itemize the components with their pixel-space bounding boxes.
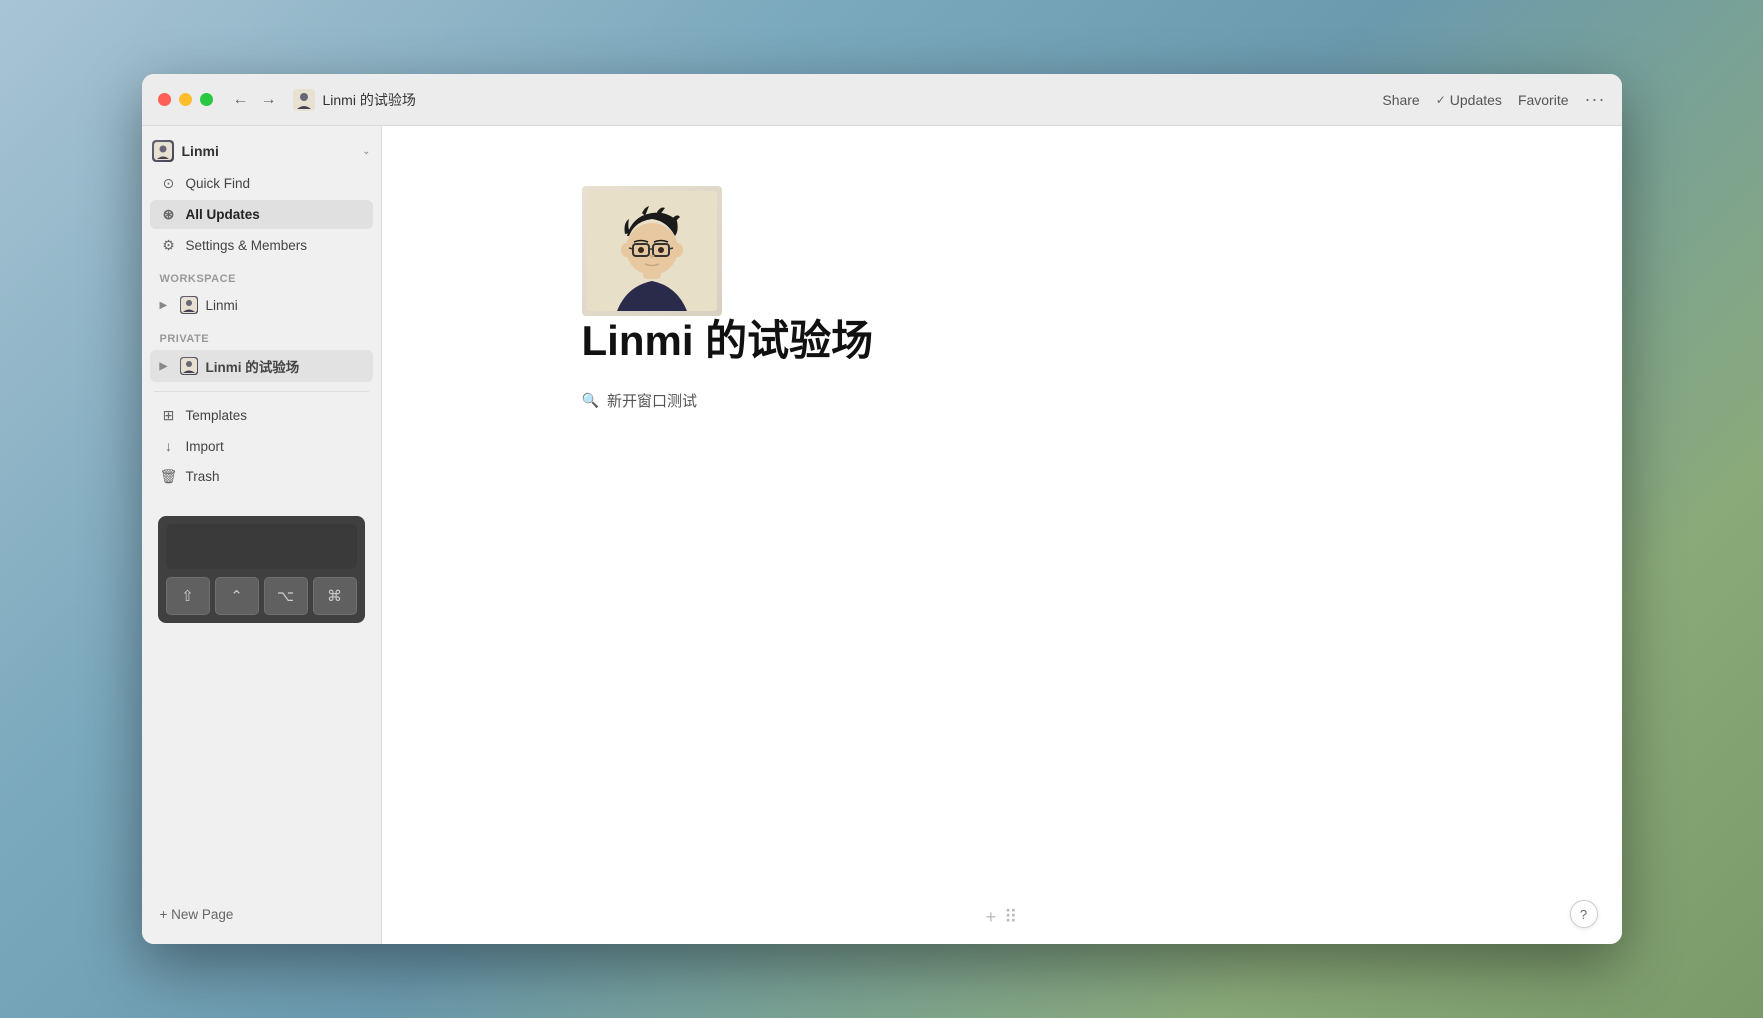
shift-key[interactable]: ⇧ <box>166 577 210 615</box>
sidebar-item-label: Templates <box>186 408 248 423</box>
ctrl-key[interactable]: ⌃ <box>215 577 259 615</box>
add-icon[interactable]: + <box>986 907 997 928</box>
new-page-area: + New Page <box>142 893 381 936</box>
sidebar-item-templates[interactable]: ⊞ Templates <box>150 401 373 430</box>
templates-icon: ⊞ <box>160 407 178 424</box>
updates-button[interactable]: ✓ Updates <box>1436 92 1502 108</box>
back-button[interactable]: ← <box>229 89 253 111</box>
content-bottom-bar: + ⠿ <box>986 907 1018 928</box>
avatar <box>152 140 174 162</box>
sidebar-item-label: Settings & Members <box>186 238 308 253</box>
sidebar-item-label: Linmi <box>206 298 238 313</box>
private-section-label: PRIVATE <box>142 321 381 349</box>
new-page-button[interactable]: + New Page <box>150 901 373 928</box>
page-avatar <box>180 357 198 375</box>
titlebar-title: Linmi 的试验场 <box>323 90 1383 110</box>
key-row: ⇧ ⌃ ⌥ ⌘ <box>166 577 357 615</box>
app-body: Linmi ⌄ ⊙ Quick Find ⊛ All Updates ⚙ Set… <box>142 126 1622 944</box>
check-icon: ✓ <box>1436 93 1446 107</box>
keyboard-widget-area: ⇧ ⌃ ⌥ ⌘ <box>142 508 381 631</box>
sidebar-item-label: Linmi 的试验场 <box>206 356 300 376</box>
titlebar: ← → Linmi 的试验场 Share ✓ Updates Favorite … <box>142 74 1622 126</box>
page-sub-item-label: 新开窗口测试 <box>607 390 697 411</box>
alt-key[interactable]: ⌥ <box>264 577 308 615</box>
sidebar-user[interactable]: Linmi ⌄ <box>142 134 381 168</box>
sidebar-item-label: Quick Find <box>186 176 251 191</box>
sidebar-item-label: Trash <box>186 469 220 484</box>
sidebar-item-settings[interactable]: ⚙ Settings & Members <box>150 231 373 260</box>
sidebar-username: Linmi <box>182 143 355 159</box>
window-controls <box>158 93 213 106</box>
titlebar-actions: Share ✓ Updates Favorite ··· <box>1382 89 1605 110</box>
sidebar-item-import[interactable]: ↓ Import <box>150 432 373 460</box>
updates-icon: ⊛ <box>160 206 178 223</box>
workspace-section-label: WORKSPACE <box>142 261 381 289</box>
keyboard-display <box>166 524 357 569</box>
sidebar-item-label: All Updates <box>186 207 260 222</box>
chevron-down-icon: ⌄ <box>362 146 370 157</box>
sidebar-item-quick-find[interactable]: ⊙ Quick Find <box>150 169 373 198</box>
sidebar-item-private-linmi[interactable]: ▶ Linmi 的试验场 <box>150 350 373 382</box>
minimize-button[interactable] <box>179 93 192 106</box>
search-icon: 🔍 <box>582 392 599 409</box>
sidebar-item-all-updates[interactable]: ⊛ All Updates <box>150 200 373 229</box>
import-icon: ↓ <box>160 438 178 454</box>
keyboard-widget: ⇧ ⌃ ⌥ ⌘ <box>158 516 365 623</box>
favorite-button[interactable]: Favorite <box>1518 92 1569 108</box>
page-cover-image <box>582 186 722 316</box>
trash-icon: 🗑 <box>160 468 178 485</box>
share-button[interactable]: Share <box>1382 92 1419 108</box>
sidebar-divider <box>154 391 369 392</box>
page-content: Linmi 的试验场 🔍 新开窗口测试 <box>382 126 1622 944</box>
content-area: Linmi 的试验场 🔍 新开窗口测试 + ⠿ ? <box>382 126 1622 944</box>
sidebar-item-trash[interactable]: 🗑 Trash <box>150 462 373 491</box>
help-button[interactable]: ? <box>1570 900 1598 928</box>
sidebar-item-workspace-linmi[interactable]: ▶ Linmi <box>150 290 373 320</box>
cmd-key[interactable]: ⌘ <box>313 577 357 615</box>
gear-icon: ⚙ <box>160 237 178 254</box>
page-title: Linmi 的试验场 <box>582 316 1422 366</box>
sidebar: Linmi ⌄ ⊙ Quick Find ⊛ All Updates ⚙ Set… <box>142 126 382 944</box>
nav-arrows: ← → <box>229 89 281 111</box>
maximize-button[interactable] <box>200 93 213 106</box>
expand-arrow-icon: ▶ <box>160 361 172 372</box>
more-button[interactable]: ··· <box>1585 89 1606 110</box>
page-sub-item[interactable]: 🔍 新开窗口测试 <box>582 386 1422 415</box>
workspace-page-avatar <box>180 296 198 314</box>
search-icon: ⊙ <box>160 175 178 192</box>
page-icon-small <box>293 89 315 111</box>
sidebar-item-label: Import <box>186 439 224 454</box>
avatar-illustration <box>587 191 717 311</box>
expand-arrow-icon: ▶ <box>160 300 172 311</box>
forward-button[interactable]: → <box>257 89 281 111</box>
grid-icon[interactable]: ⠿ <box>1004 907 1017 928</box>
close-button[interactable] <box>158 93 171 106</box>
